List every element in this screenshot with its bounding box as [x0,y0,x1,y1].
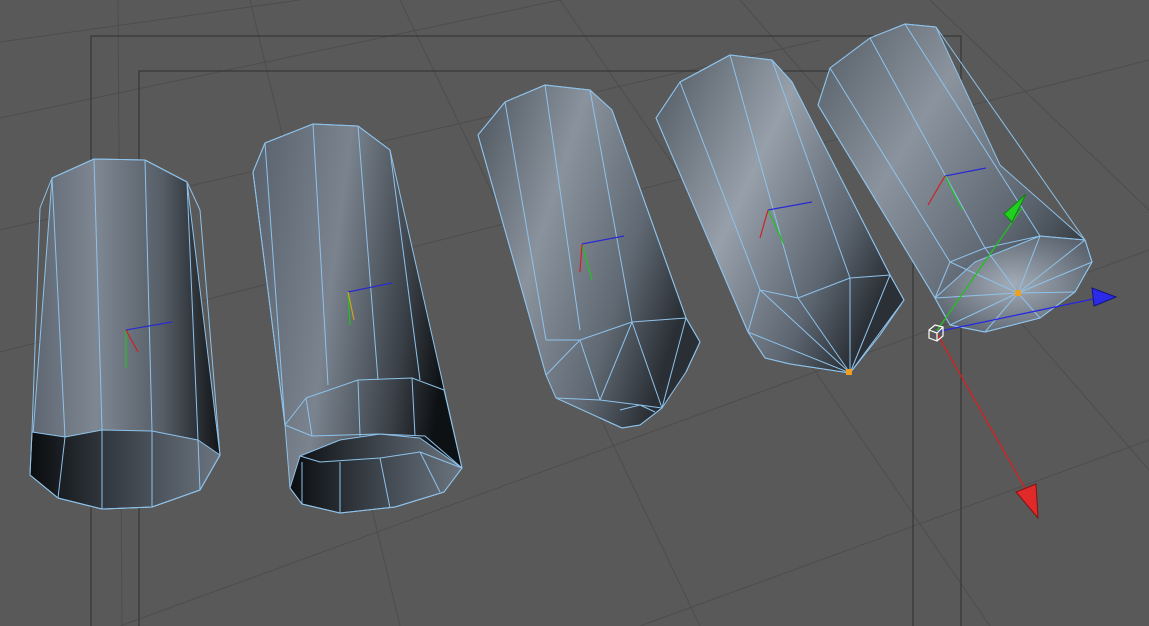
3d-viewport[interactable] [0,0,1149,626]
selected-center-point[interactable] [1015,290,1021,296]
selected-point[interactable] [846,369,852,375]
cylinder-inset[interactable] [252,123,463,514]
viewport-canvas[interactable] [0,0,1149,626]
z-arrow-icon[interactable] [1091,287,1118,307]
cylinder-plain[interactable] [29,158,221,510]
x-arrow-icon[interactable] [1015,483,1039,520]
x-axis-handle[interactable] [935,331,1027,491]
